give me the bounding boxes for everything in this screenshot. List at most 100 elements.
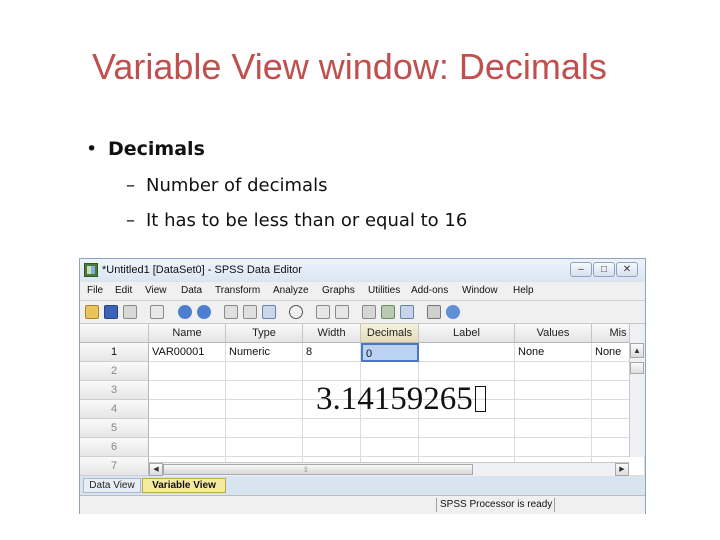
menu-transform[interactable]: Transform [215, 285, 260, 296]
cell-decimals-selected[interactable]: 0 [361, 343, 419, 362]
grid-corner [80, 324, 149, 343]
row-header[interactable]: 1 [80, 343, 149, 362]
menu-utilities[interactable]: Utilities [368, 285, 400, 296]
cell-width[interactable] [303, 362, 361, 381]
column-header-decimals[interactable]: Decimals [361, 324, 419, 343]
menu-file[interactable]: File [87, 285, 103, 296]
row-header[interactable]: 7 [80, 457, 149, 476]
menu-window[interactable]: Window [462, 285, 498, 296]
cell-decimals[interactable] [361, 438, 419, 457]
print-icon[interactable] [123, 305, 137, 319]
vertical-scrollbar[interactable]: ▲ [629, 324, 645, 457]
value-labels-icon[interactable] [427, 305, 441, 319]
cell-type[interactable] [226, 438, 303, 457]
cell-type[interactable]: Numeric [226, 343, 303, 362]
undo-icon[interactable] [178, 305, 192, 319]
horizontal-scrollbar[interactable]: ◀ ⁞⁞⁞ ▶ [149, 462, 629, 476]
window-title: *Untitled1 [DataSet0] - SPSS Data Editor [102, 264, 302, 276]
column-header-type[interactable]: Type [226, 324, 303, 343]
close-button[interactable]: ✕ [616, 262, 638, 277]
spss-app-icon [84, 263, 98, 277]
row-header[interactable]: 3 [80, 381, 149, 400]
bullet-decimals: • Decimals [86, 138, 205, 160]
status-text: SPSS Processor is ready [436, 498, 554, 512]
goto-variable-icon[interactable] [243, 305, 257, 319]
menu-help[interactable]: Help [513, 285, 534, 296]
weight-cases-icon[interactable] [381, 305, 395, 319]
view-tabs: Data View Variable View [80, 478, 645, 494]
subbullet-limit: – It has to be less than or equal to 16 [126, 210, 468, 231]
cell-decimals[interactable] [361, 362, 419, 381]
cursor-box-icon [474, 386, 486, 412]
cell-decimals[interactable] [361, 419, 419, 438]
menu-view[interactable]: View [145, 285, 167, 296]
redo-icon[interactable] [197, 305, 211, 319]
status-cell-empty [554, 498, 642, 512]
row-header[interactable]: 5 [80, 419, 149, 438]
cell-values[interactable] [515, 438, 592, 457]
cell-values[interactable] [515, 362, 592, 381]
cell-values[interactable]: None [515, 343, 592, 362]
open-folder-icon[interactable] [85, 305, 99, 319]
cell-name[interactable] [149, 419, 226, 438]
row-header[interactable]: 2 [80, 362, 149, 381]
cell-type[interactable] [226, 362, 303, 381]
save-icon[interactable] [104, 305, 118, 319]
cell-width[interactable] [303, 419, 361, 438]
cell-type[interactable] [226, 381, 303, 400]
cell-name[interactable] [149, 400, 226, 419]
cell-label[interactable] [419, 343, 515, 362]
menu-graphs[interactable]: Graphs [322, 285, 355, 296]
cell-label[interactable] [419, 438, 515, 457]
overlay-value: 3.14159265 [316, 381, 486, 418]
scroll-up-icon[interactable]: ▲ [630, 343, 644, 358]
cell-name[interactable] [149, 438, 226, 457]
insert-variable-icon[interactable] [335, 305, 349, 319]
goto-case-icon[interactable] [224, 305, 238, 319]
column-header-values[interactable]: Values [515, 324, 592, 343]
maximize-button[interactable]: □ [593, 262, 615, 277]
status-bar: SPSS Processor is ready [80, 495, 645, 514]
menu-edit[interactable]: Edit [115, 285, 132, 296]
grip-icon: ⁞⁞⁞ [304, 467, 308, 474]
cell-name[interactable]: VAR00001 [149, 343, 226, 362]
scroll-right-icon[interactable]: ▶ [615, 463, 629, 476]
scroll-thumb[interactable] [630, 362, 644, 374]
minimize-button[interactable]: – [570, 262, 592, 277]
column-header-width[interactable]: Width [303, 324, 361, 343]
menu-analyze[interactable]: Analyze [273, 285, 309, 296]
subbullet-number-of-decimals: – Number of decimals [126, 175, 328, 196]
row-header[interactable]: 4 [80, 400, 149, 419]
column-header-name[interactable]: Name [149, 324, 226, 343]
select-cases-icon[interactable] [400, 305, 414, 319]
cell-values[interactable] [515, 400, 592, 419]
cell-name[interactable] [149, 362, 226, 381]
scroll-left-icon[interactable]: ◀ [149, 463, 163, 476]
menu-add-ons[interactable]: Add-ons [411, 285, 448, 296]
cell-values[interactable] [515, 419, 592, 438]
window-titlebar[interactable]: *Untitled1 [DataSet0] - SPSS Data Editor… [80, 259, 645, 281]
menu-data[interactable]: Data [181, 285, 202, 296]
split-file-icon[interactable] [362, 305, 376, 319]
scroll-thumb[interactable]: ⁞⁞⁞ [163, 464, 473, 475]
cell-values[interactable] [515, 381, 592, 400]
cell-width[interactable]: 8 [303, 343, 361, 362]
cell-label[interactable] [419, 419, 515, 438]
variables-icon[interactable] [262, 305, 276, 319]
insert-cases-icon[interactable] [316, 305, 330, 319]
slide-title: Variable View window: Decimals [92, 46, 607, 87]
row-header[interactable]: 6 [80, 438, 149, 457]
cell-label[interactable] [419, 362, 515, 381]
column-header-label[interactable]: Label [419, 324, 515, 343]
dialog-recall-icon[interactable] [150, 305, 164, 319]
cell-type[interactable] [226, 419, 303, 438]
tab-variable-view[interactable]: Variable View [142, 478, 226, 493]
cell-width[interactable] [303, 438, 361, 457]
menu-bar: File Edit View Data Transform Analyze Gr… [80, 282, 645, 301]
toolbar [80, 301, 645, 324]
use-sets-icon[interactable] [446, 305, 460, 319]
cell-name[interactable] [149, 381, 226, 400]
cell-type[interactable] [226, 400, 303, 419]
find-icon[interactable] [289, 305, 303, 319]
tab-data-view[interactable]: Data View [83, 478, 141, 493]
